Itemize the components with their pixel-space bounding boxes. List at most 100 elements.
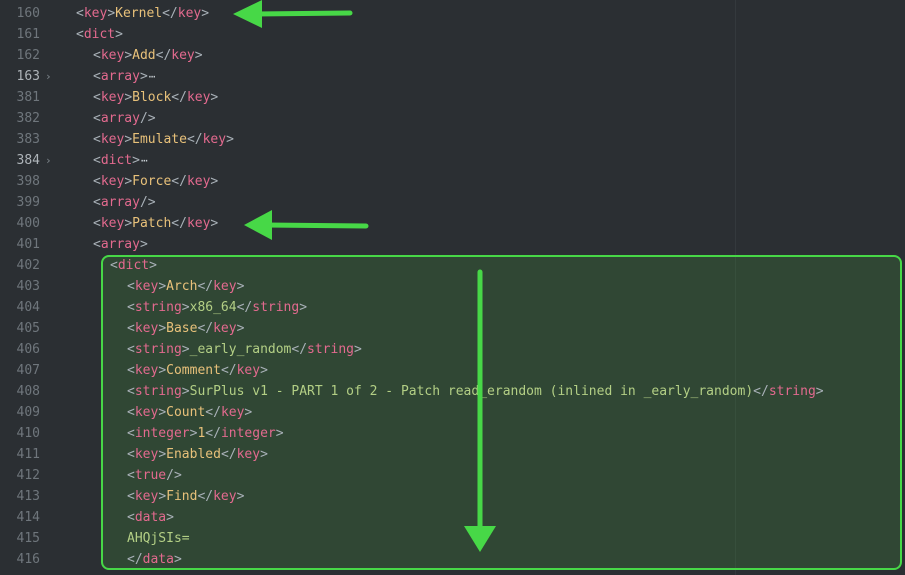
code-line[interactable]: 163 › <array>⋯: [0, 66, 905, 87]
code-line[interactable]: 409 <key>Count</key>: [0, 402, 905, 423]
line-number: 403: [16, 279, 40, 294]
code-token: <: [76, 6, 84, 21]
code-line[interactable]: 411 <key>Enabled</key>: [0, 444, 905, 465]
code-line[interactable]: 402 <dict>: [0, 255, 905, 276]
code-token: <: [127, 426, 135, 441]
line-number: 406: [16, 342, 40, 357]
code-line[interactable]: 398 <key>Force</key>: [0, 171, 905, 192]
code-token: Comment: [166, 363, 221, 378]
code-line[interactable]: 405 <key>Base</key>: [0, 318, 905, 339]
line-number: 401: [16, 237, 40, 252]
code-token: Enabled: [166, 447, 221, 462]
code-token: <: [93, 111, 101, 126]
collapsed-region-marker[interactable]: ⋯: [141, 150, 148, 171]
code-token: >: [139, 69, 148, 84]
code-token: <: [93, 69, 101, 84]
code-token: integer: [134, 426, 190, 441]
code-token: <: [93, 195, 101, 210]
code-token: </: [205, 426, 221, 441]
code-token: <: [93, 90, 101, 105]
code-token: >: [181, 384, 190, 399]
code-text: <dict>: [110, 255, 157, 276]
code-text: <key>Kernel</key>: [76, 3, 209, 24]
code-line[interactable]: 410 <integer>1</integer>: [0, 423, 905, 444]
code-token: >: [236, 489, 245, 504]
fold-chevron-icon[interactable]: ›: [45, 66, 52, 87]
code-token: >: [158, 279, 167, 294]
line-number: 163: [16, 69, 40, 84]
code-token: <: [127, 342, 135, 357]
line-number: 413: [16, 489, 40, 504]
code-text: <integer>1</integer>: [127, 423, 284, 444]
code-line[interactable]: 406 <string>_early_random</string>: [0, 339, 905, 360]
code-token: <: [93, 237, 101, 252]
code-line[interactable]: 401 <array>: [0, 234, 905, 255]
code-token: key: [171, 48, 195, 63]
code-line[interactable]: 408 <string>SurPlus v1 - PART 1 of 2 - Pa…: [0, 381, 905, 402]
code-editor[interactable]: 160 <key>Kernel</key> 161 <dict> 162 <key>Add…: [0, 0, 905, 575]
code-text: <string>SurPlus v1 - PART 1 of 2 - Patch…: [127, 381, 824, 402]
line-number: 412: [16, 468, 40, 483]
code-text: <array/>: [93, 192, 156, 213]
code-token: integer: [220, 426, 276, 441]
code-token: >: [158, 321, 167, 336]
code-token: dict: [117, 258, 150, 273]
code-line[interactable]: 400 <key>Patch</key>: [0, 213, 905, 234]
code-line[interactable]: 414 <data>: [0, 507, 905, 528]
code-token: key: [177, 6, 202, 21]
code-token: </: [753, 384, 769, 399]
code-line[interactable]: 399 <array/>: [0, 192, 905, 213]
line-number: 409: [16, 405, 40, 420]
code-token: key: [213, 279, 237, 294]
code-token: Block: [132, 90, 172, 105]
code-token: key: [202, 132, 227, 147]
line-number: 400: [16, 216, 40, 231]
code-token: Emulate: [132, 132, 187, 147]
code-token: <: [76, 27, 84, 42]
line-number: 162: [16, 48, 40, 63]
code-line[interactable]: 162 <key>Add</key>: [0, 45, 905, 66]
code-text: <key>Find</key>: [127, 486, 244, 507]
code-text: <key>Comment</key>: [127, 360, 268, 381]
code-line[interactable]: 384 › <dict>⋯: [0, 150, 905, 171]
code-token: </: [186, 132, 203, 147]
code-token: key: [186, 90, 211, 105]
code-token: >: [158, 405, 167, 420]
code-token: data: [134, 510, 167, 525]
code-line[interactable]: 413 <key>Find</key>: [0, 486, 905, 507]
code-token: >: [260, 447, 268, 462]
code-line[interactable]: 404 <string>x86_64</string>: [0, 297, 905, 318]
code-text: <key>Enabled</key>: [127, 444, 268, 465]
code-line[interactable]: 412 <true/>: [0, 465, 905, 486]
code-token: <: [127, 510, 135, 525]
code-line[interactable]: 403 <key>Arch</key>: [0, 276, 905, 297]
code-token: />: [166, 468, 182, 483]
code-token: data: [142, 552, 174, 567]
code-line[interactable]: 415 AHQjSIs=: [0, 528, 905, 549]
line-number: 411: [16, 447, 40, 462]
collapsed-region-marker[interactable]: ⋯: [149, 66, 156, 87]
code-token: key: [186, 174, 211, 189]
code-token: <: [127, 405, 135, 420]
code-line[interactable]: 407 <key>Comment</key>: [0, 360, 905, 381]
code-token: Find: [166, 489, 198, 504]
code-line[interactable]: 382 <array/>: [0, 108, 905, 129]
code-token: key: [134, 321, 159, 336]
code-token: <: [93, 216, 101, 231]
code-token: <: [93, 132, 101, 147]
code-token: >: [210, 174, 219, 189]
code-line[interactable]: 381 <key>Block</key>: [0, 87, 905, 108]
code-token: >: [124, 132, 133, 147]
code-line[interactable]: 160 <key>Kernel</key>: [0, 3, 905, 24]
code-line[interactable]: 416 </data>: [0, 549, 905, 570]
line-number: 382: [16, 111, 40, 126]
code-token: Patch: [132, 216, 172, 231]
code-token: </: [236, 300, 253, 315]
code-token: Force: [132, 174, 172, 189]
code-token: </: [291, 342, 308, 357]
code-line[interactable]: 161 <dict>: [0, 24, 905, 45]
code-token: >: [226, 132, 234, 147]
code-token: string: [307, 342, 354, 357]
code-line[interactable]: 383 <key>Emulate</key>: [0, 129, 905, 150]
fold-chevron-icon[interactable]: ›: [45, 150, 52, 171]
